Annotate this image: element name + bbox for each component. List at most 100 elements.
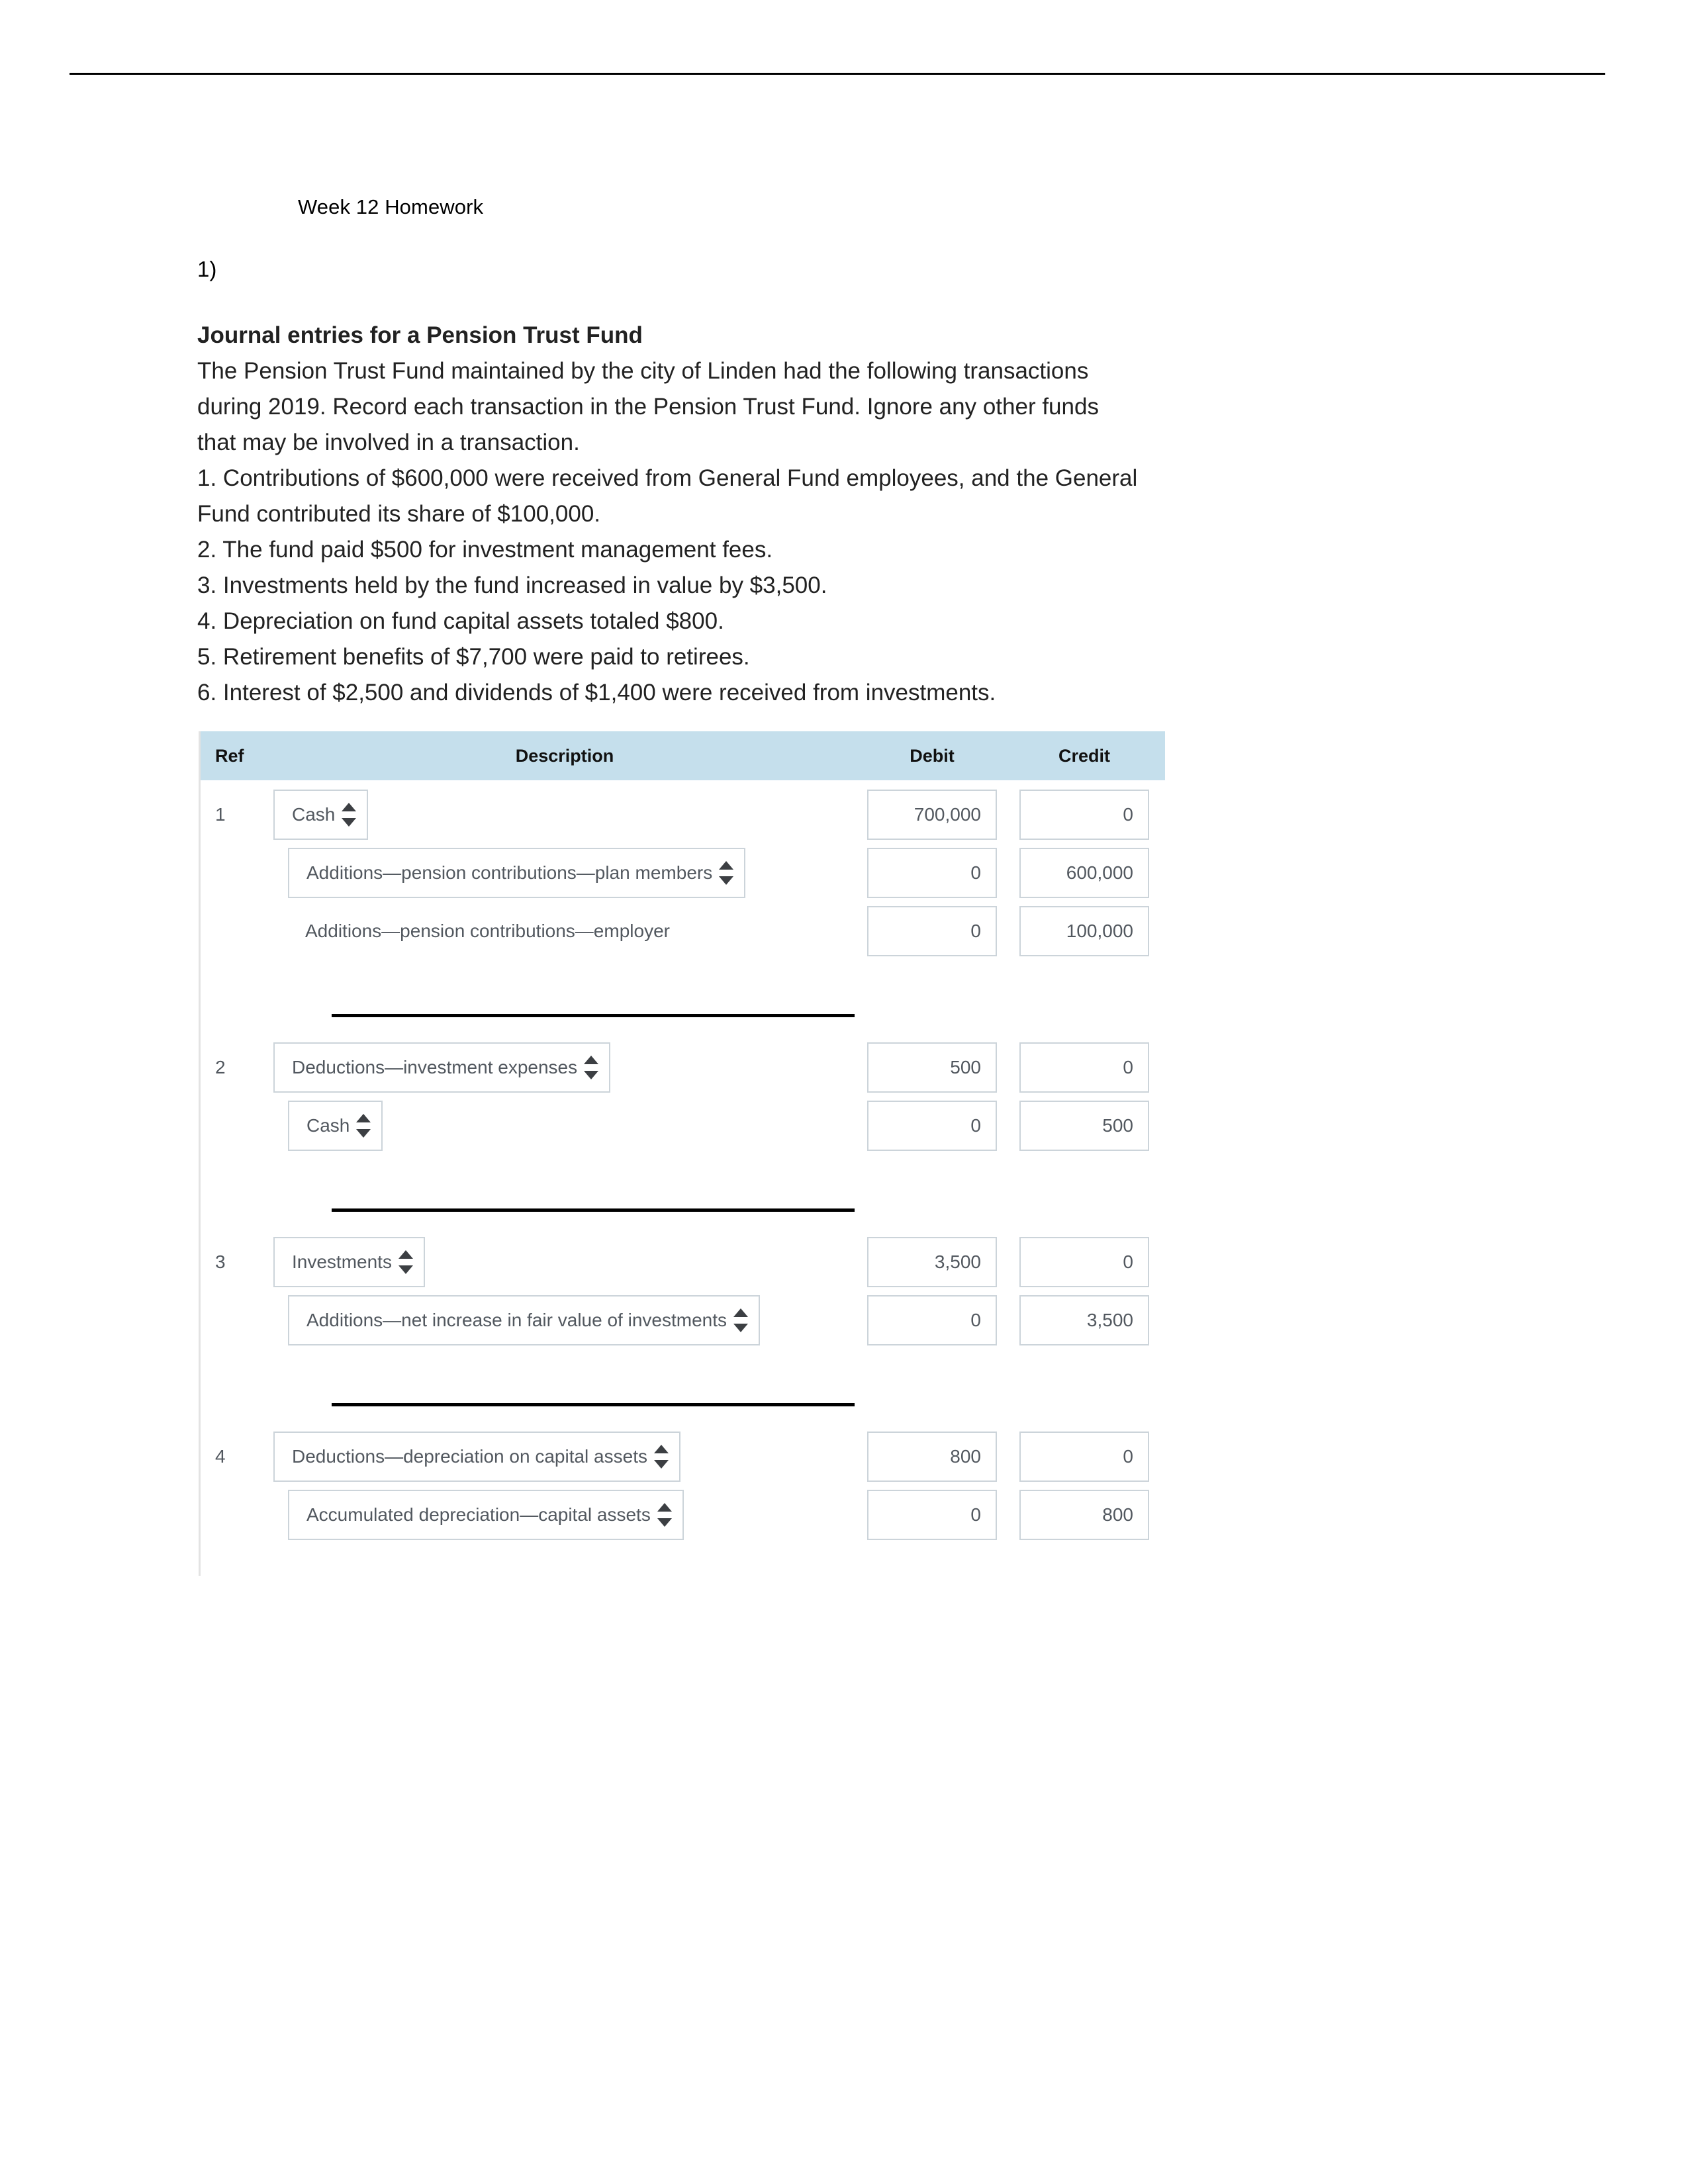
debit-cell: 0	[856, 906, 1008, 956]
account-select[interactable]: Cash	[273, 790, 369, 840]
select-updown-arrows-icon	[342, 803, 357, 827]
journal-entry-table: Ref Description Debit Credit 1 Cash 700,00…	[199, 731, 1165, 1576]
journal-table-header: Ref Description Debit Credit	[201, 731, 1165, 780]
credit-cell: 0	[1008, 1237, 1160, 1287]
debit-cell: 0	[856, 1490, 1008, 1540]
debit-input[interactable]: 0	[867, 1295, 997, 1345]
intro-line-1: during 2019. Record each transaction in …	[197, 394, 1099, 420]
debit-input[interactable]: 0	[867, 906, 997, 956]
credit-cell: 0	[1008, 790, 1160, 840]
credit-cell: 800	[1008, 1490, 1160, 1540]
journal-row: Additions—pension contributions—employer…	[201, 902, 1165, 960]
intro-line-0: The Pension Trust Fund maintained by the…	[197, 358, 1089, 384]
select-updown-arrows-icon	[398, 1250, 413, 1274]
transaction-line-4: 4. Depreciation on fund capital assets t…	[197, 608, 724, 634]
exercise-intro: The Pension Trust Fund maintained by the…	[197, 353, 1521, 461]
separator-line-wrap	[273, 1013, 856, 1017]
description-cell: Additions—pension contributions—plan mem…	[273, 848, 856, 898]
entry-gap	[201, 960, 1165, 992]
transaction-line-6: 6. Interest of $2,500 and dividends of $…	[197, 680, 996, 705]
page-title: Week 12 Homework	[298, 195, 484, 218]
select-updown-arrows-icon	[356, 1114, 371, 1138]
account-select[interactable]: Accumulated depreciation—capital assets	[288, 1490, 684, 1540]
account-select[interactable]: Deductions—depreciation on capital asset…	[273, 1432, 680, 1482]
debit-input[interactable]: 800	[867, 1432, 997, 1482]
ref-number: 1	[215, 804, 226, 825]
description-cell: Deductions—depreciation on capital asset…	[273, 1432, 856, 1482]
ref-number: 4	[215, 1446, 226, 1467]
account-select[interactable]: Investments	[273, 1237, 425, 1287]
credit-cell: 500	[1008, 1101, 1160, 1151]
intro-line-2: that may be involved in a transaction.	[197, 430, 580, 455]
description-cell: Additions—net increase in fair value of …	[273, 1295, 856, 1345]
select-updown-arrows-icon	[584, 1056, 599, 1079]
page-header-rule	[70, 73, 1605, 75]
credit-cell: 3,500	[1008, 1295, 1160, 1345]
account-select-value: Additions—pension contributions—plan mem…	[306, 862, 713, 883]
entry-separator	[201, 992, 1165, 1038]
entry-gap	[201, 1155, 1165, 1187]
debit-cell: 800	[856, 1432, 1008, 1482]
column-header-ref: Ref	[215, 745, 244, 766]
account-select-value: Accumulated depreciation—capital assets	[306, 1504, 651, 1525]
separator-rule	[332, 1013, 855, 1017]
document-page: Week 12 Homework 1) Journal entries for …	[0, 0, 1688, 2184]
journal-row: Additions—net increase in fair value of …	[201, 1291, 1165, 1349]
select-updown-arrows-icon	[653, 1445, 669, 1469]
debit-input[interactable]: 500	[867, 1042, 997, 1093]
credit-input[interactable]: 600,000	[1019, 848, 1149, 898]
journal-row: 4 Deductions—depreciation on capital asse…	[201, 1428, 1165, 1486]
column-header-description: Description	[515, 745, 614, 766]
transaction-list: 1. Contributions of $600,000 were receiv…	[197, 461, 1521, 711]
account-select[interactable]: Additions—pension contributions—plan mem…	[288, 848, 746, 898]
select-updown-arrows-icon	[719, 861, 734, 885]
credit-input[interactable]: 100,000	[1019, 906, 1149, 956]
separator-rule	[332, 1402, 855, 1406]
credit-cell: 0	[1008, 1432, 1160, 1482]
journal-table-body: 1 Cash 700,000 0 Additions—pension contribut…	[201, 780, 1165, 1576]
journal-row: 2 Deductions—investment expenses 500 0	[201, 1038, 1165, 1097]
debit-input[interactable]: 700,000	[867, 790, 997, 840]
description-cell: Cash	[273, 1101, 856, 1151]
column-header-credit: Credit	[1058, 745, 1110, 766]
debit-input[interactable]: 0	[867, 1490, 997, 1540]
account-select[interactable]: Additions—net increase in fair value of …	[288, 1295, 760, 1345]
debit-cell: 0	[856, 848, 1008, 898]
account-select-value: Additions—net increase in fair value of …	[306, 1310, 727, 1330]
debit-cell: 700,000	[856, 790, 1008, 840]
debit-input[interactable]: 0	[867, 848, 997, 898]
description-cell: Cash	[273, 790, 856, 840]
exercise-body: Journal entries for a Pension Trust Fund…	[197, 318, 1521, 711]
column-header-debit: Debit	[910, 745, 955, 766]
description-cell: Additions—pension contributions—employer	[273, 906, 856, 956]
transaction-line-0: 1. Contributions of $600,000 were receiv…	[197, 465, 1138, 491]
credit-input[interactable]: 0	[1019, 1432, 1149, 1482]
separator-line-wrap	[273, 1402, 856, 1406]
credit-input[interactable]: 0	[1019, 790, 1149, 840]
select-updown-arrows-icon	[657, 1503, 672, 1527]
debit-cell: 3,500	[856, 1237, 1008, 1287]
entry-separator	[201, 1381, 1165, 1428]
transaction-line-1: Fund contributed its share of $100,000.	[197, 501, 601, 527]
description-cell: Investments	[273, 1237, 856, 1287]
credit-cell: 0	[1008, 1042, 1160, 1093]
credit-input[interactable]: 800	[1019, 1490, 1149, 1540]
account-static-text: Additions—pension contributions—employer	[305, 921, 670, 941]
debit-input[interactable]: 3,500	[867, 1237, 997, 1287]
debit-input[interactable]: 0	[867, 1101, 997, 1151]
select-updown-arrows-icon	[733, 1308, 748, 1332]
credit-input[interactable]: 0	[1019, 1042, 1149, 1093]
account-select[interactable]: Deductions—investment expenses	[273, 1042, 611, 1093]
account-select-value: Cash	[306, 1115, 350, 1136]
debit-cell: 500	[856, 1042, 1008, 1093]
question-number: 1)	[197, 257, 217, 281]
account-select[interactable]: Cash	[288, 1101, 383, 1151]
debit-cell: 0	[856, 1295, 1008, 1345]
credit-input[interactable]: 0	[1019, 1237, 1149, 1287]
entry-gap	[201, 1349, 1165, 1381]
credit-input[interactable]: 3,500	[1019, 1295, 1149, 1345]
credit-input[interactable]: 500	[1019, 1101, 1149, 1151]
credit-cell: 100,000	[1008, 906, 1160, 956]
ref-number: 3	[215, 1251, 226, 1272]
journal-row: 1 Cash 700,000 0	[201, 786, 1165, 844]
